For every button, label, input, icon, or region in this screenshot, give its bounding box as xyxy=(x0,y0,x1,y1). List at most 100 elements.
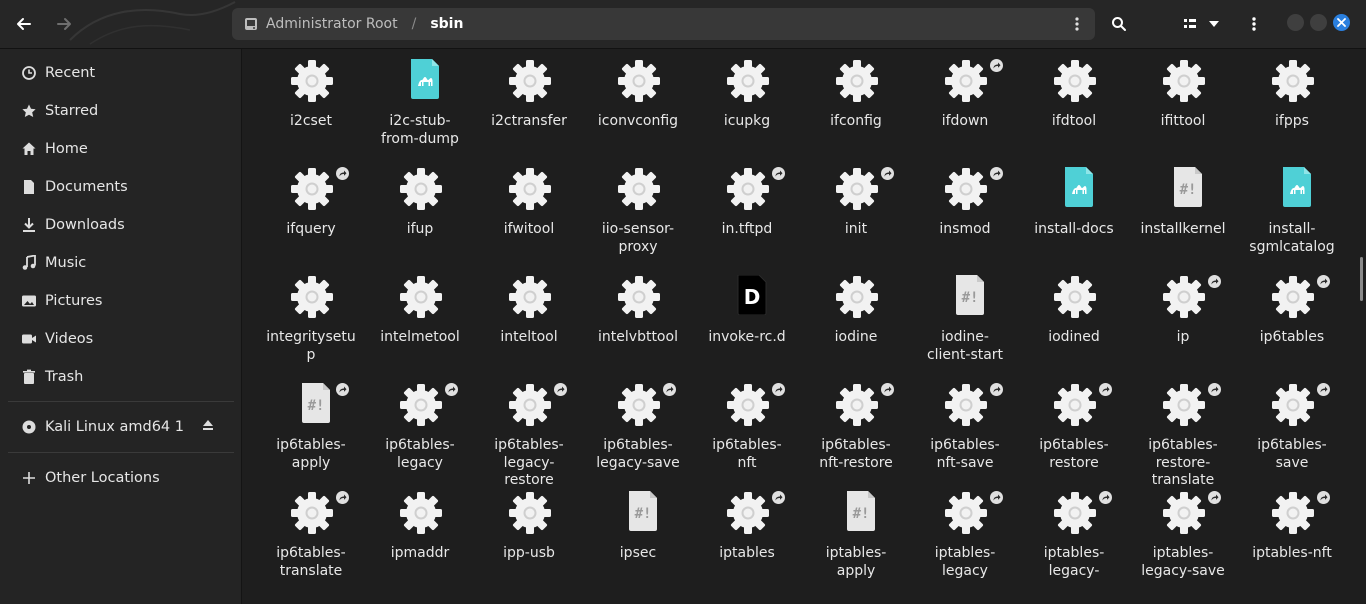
file-name-line: legacy-save xyxy=(1141,562,1225,579)
sidebar-item-trash[interactable]: Trash xyxy=(0,358,241,396)
view-options-button[interactable] xyxy=(1201,8,1227,40)
file-name-line: legacy xyxy=(397,454,443,471)
file-name-line: sgmlcatalog xyxy=(1249,238,1335,255)
file-item[interactable]: #! ipsec xyxy=(584,481,692,589)
trash-icon xyxy=(21,369,37,385)
sidebar-device-label: Kali Linux amd64 1 xyxy=(45,419,184,435)
file-item[interactable]: ip xyxy=(1129,265,1237,373)
forward-button[interactable] xyxy=(46,8,82,40)
file-name-line: apply xyxy=(836,562,876,579)
file-name-line: nft-save xyxy=(936,454,994,471)
file-name: ifdown xyxy=(911,113,1019,131)
file-item[interactable]: i2c-stub-from-dump xyxy=(366,49,474,157)
sidebar-item-downloads[interactable]: Downloads xyxy=(0,206,241,244)
file-item[interactable]: ifittool xyxy=(1129,49,1237,157)
file-name: ipmaddr xyxy=(366,545,474,563)
file-item[interactable]: iptables-legacy xyxy=(911,481,1019,589)
file-item[interactable]: ip6tables-restore xyxy=(1020,373,1128,481)
path-root-button[interactable]: Administrator Root xyxy=(232,8,398,40)
svg-text:#!: #! xyxy=(853,506,870,522)
picture-icon xyxy=(21,293,37,309)
file-item[interactable]: iptables xyxy=(693,481,801,589)
sidebar-item-device[interactable]: Kali Linux amd64 1 xyxy=(0,408,241,446)
executable-gear-icon xyxy=(944,59,987,105)
file-item[interactable]: iptables-legacy- xyxy=(1020,481,1128,589)
file-name-line: intelmetool xyxy=(380,329,460,345)
main-menu-button[interactable] xyxy=(1236,8,1272,40)
back-button[interactable] xyxy=(6,8,42,40)
path-separator: / xyxy=(411,16,417,32)
file-item[interactable]: ip6tables-save xyxy=(1238,373,1346,481)
file-name: ip6tables-legacy xyxy=(366,437,474,472)
file-item[interactable]: ifdown xyxy=(911,49,1019,157)
file-item[interactable]: ip6tables-legacy xyxy=(366,373,474,481)
file-item[interactable]: ip6tables-legacy-restore xyxy=(475,373,583,488)
file-item[interactable]: #! iptables-apply xyxy=(802,481,910,589)
file-item[interactable]: iptables-legacy-save xyxy=(1129,481,1237,589)
file-item[interactable]: init xyxy=(802,157,910,265)
symlink-emblem-icon xyxy=(772,167,785,180)
sidebar-item-music[interactable]: Music xyxy=(0,244,241,282)
file-name-line: ipp-usb xyxy=(503,545,555,561)
sidebar-item-recent[interactable]: Recent xyxy=(0,54,241,92)
sidebar-item-starred[interactable]: Starred xyxy=(0,92,241,130)
symlink-emblem-icon xyxy=(336,383,349,396)
file-item[interactable]: ipmaddr xyxy=(366,481,474,589)
sidebar-item-home[interactable]: Home xyxy=(0,130,241,168)
sidebar-item-documents[interactable]: Documents xyxy=(0,168,241,206)
search-button[interactable] xyxy=(1101,8,1137,40)
shell-script-icon: #! xyxy=(622,491,664,537)
file-item[interactable]: insmod xyxy=(911,157,1019,265)
sidebar-item-pictures[interactable]: Pictures xyxy=(0,282,241,320)
file-name: i2ctransfer xyxy=(475,113,583,131)
file-item[interactable]: ifwitool xyxy=(475,157,583,265)
symlink-emblem-icon xyxy=(445,383,458,396)
file-item[interactable]: ifup xyxy=(366,157,474,265)
sidebar-item-other-locations[interactable]: Other Locations xyxy=(0,459,241,497)
sidebar-item-videos[interactable]: Videos xyxy=(0,320,241,358)
path-menu-button[interactable] xyxy=(1069,16,1085,36)
file-item[interactable]: integritysetu p xyxy=(257,265,365,373)
file-item[interactable]: ip6tables-translate xyxy=(257,481,365,589)
file-item[interactable]: install-docs xyxy=(1020,157,1128,265)
file-item[interactable]: iodine xyxy=(802,265,910,373)
file-item[interactable]: in.tftpd xyxy=(693,157,801,265)
scrollbar-thumb[interactable] xyxy=(1360,257,1363,301)
eject-icon[interactable] xyxy=(201,418,215,436)
file-item[interactable]: ip6tables-nft-restore xyxy=(802,373,910,481)
file-item[interactable]: ip6tables-legacy-save xyxy=(584,373,692,481)
file-item[interactable]: ifconfig xyxy=(802,49,910,157)
file-item[interactable]: ip6tables xyxy=(1238,265,1346,373)
minimize-button[interactable] xyxy=(1287,14,1304,31)
close-button[interactable] xyxy=(1333,14,1350,31)
file-item[interactable]: #! iodine-client-start xyxy=(911,265,1019,373)
music-icon xyxy=(21,255,37,271)
file-item[interactable]: ifquery xyxy=(257,157,365,265)
file-item[interactable]: iio-sensor-proxy xyxy=(584,157,692,265)
file-item[interactable]: intelvbttool xyxy=(584,265,692,373)
file-item[interactable]: iconvconfig xyxy=(584,49,692,157)
file-item[interactable]: ip6tables-restore-translate xyxy=(1129,373,1237,488)
file-item[interactable]: ifpps xyxy=(1238,49,1346,157)
file-name-line: iodine- xyxy=(941,329,989,345)
file-name: in.tftpd xyxy=(693,221,801,239)
file-item[interactable]: intelmetool xyxy=(366,265,474,373)
file-item[interactable]: ip6tables-nft-save xyxy=(911,373,1019,481)
file-item[interactable]: icupkg xyxy=(693,49,801,157)
path-current-button[interactable]: sbin xyxy=(430,8,463,40)
file-item[interactable]: Dinvoke-rc.d xyxy=(693,265,801,373)
file-name: invoke-rc.d xyxy=(693,329,801,347)
file-item[interactable]: inteltool xyxy=(475,265,583,373)
file-item[interactable]: iodined xyxy=(1020,265,1128,373)
file-item[interactable]: #! ip6tables-apply xyxy=(257,373,365,481)
file-item[interactable]: ifdtool xyxy=(1020,49,1128,157)
file-name-line: iptables-nft xyxy=(1252,545,1332,561)
file-item[interactable]: ipp-usb xyxy=(475,481,583,589)
file-item[interactable]: i2ctransfer xyxy=(475,49,583,157)
maximize-button[interactable] xyxy=(1310,14,1327,31)
file-item[interactable]: i2cset xyxy=(257,49,365,157)
file-item[interactable]: install-sgmlcatalog xyxy=(1238,157,1346,265)
file-item[interactable]: ip6tables-nft xyxy=(693,373,801,481)
file-item[interactable]: #! installkernel xyxy=(1129,157,1237,265)
file-item[interactable]: iptables-nft xyxy=(1238,481,1346,589)
